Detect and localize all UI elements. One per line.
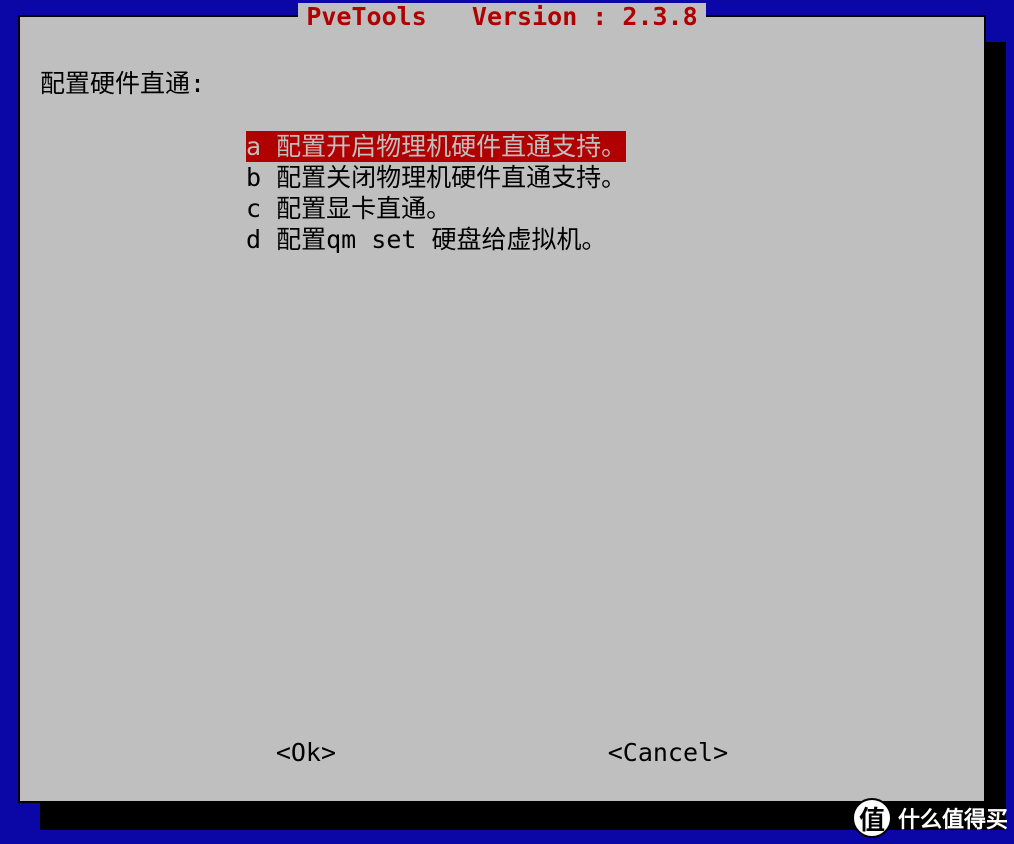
dialog-box: PveTools Version : 2.3.8 配置硬件直通: a 配置开启物… <box>18 15 986 803</box>
button-row: <Ok> <Cancel> <box>20 738 984 767</box>
dialog-subtitle: 配置硬件直通: <box>40 69 205 99</box>
menu-item-c[interactable]: c 配置显卡直通。 <box>246 193 451 224</box>
cancel-button[interactable]: <Cancel> <box>608 738 728 767</box>
dialog-title: PveTools Version : 2.3.8 <box>298 3 705 31</box>
watermark-badge-icon: 值 <box>852 798 892 838</box>
ok-button[interactable]: <Ok> <box>276 738 336 767</box>
watermark: 值 什么值得买 <box>852 798 1008 838</box>
watermark-text: 什么值得买 <box>898 802 1008 834</box>
menu-item-b[interactable]: b 配置关闭物理机硬件直通支持。 <box>246 162 626 193</box>
menu-item-a[interactable]: a 配置开启物理机硬件直通支持。 <box>246 131 626 162</box>
menu-list: a 配置开启物理机硬件直通支持。 b 配置关闭物理机硬件直通支持。 c 配置显卡… <box>246 131 626 255</box>
menu-item-d[interactable]: d 配置qm set 硬盘给虚拟机。 <box>246 224 607 255</box>
